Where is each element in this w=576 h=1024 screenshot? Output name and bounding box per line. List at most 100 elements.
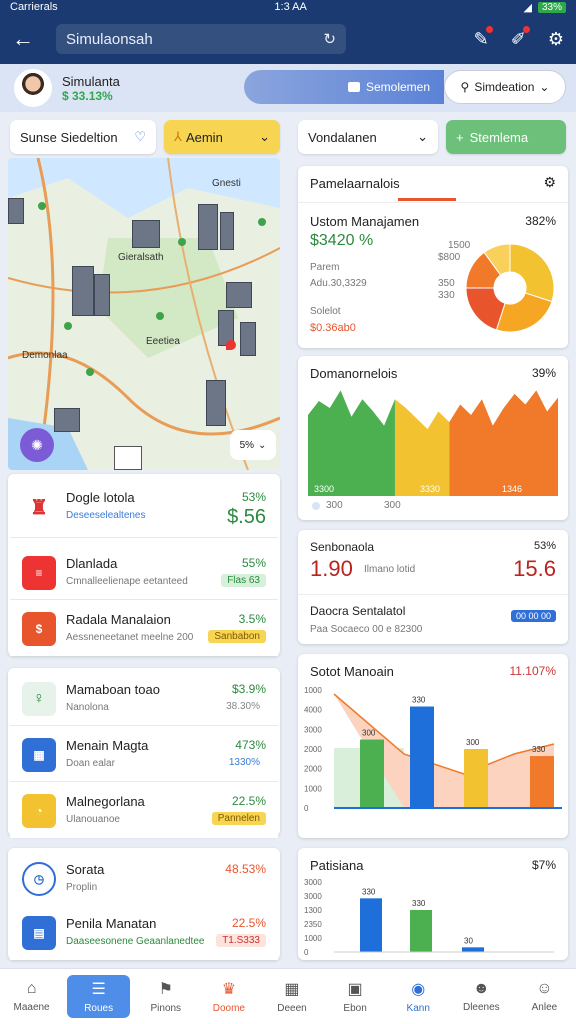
item-pct: 55%	[241, 556, 266, 570]
settings-icon[interactable]: ⚙	[543, 174, 556, 191]
tab-indicator	[398, 198, 456, 201]
list-header-row[interactable]: ♜ Dogle lotola Deseeselealtenes 53% $.56	[10, 478, 278, 538]
left-select[interactable]: Sunse Siedeltion ♡	[10, 120, 156, 154]
header-pct: 53%	[241, 490, 266, 504]
bar	[464, 749, 488, 808]
area-chart[interactable]	[308, 386, 558, 496]
settings-icon[interactable]: ⚙	[548, 29, 564, 50]
item-pct: 48.53%	[225, 862, 266, 876]
bar-chart[interactable]: 1000 4000 3000 2000 2000 1000 0 300 330 300 330	[304, 684, 562, 832]
city-map[interactable]: Gnesti Gieralsath Eeetiea Demonlaa ✺ 5% …	[8, 158, 280, 470]
map-label: Gnesti	[212, 178, 241, 189]
y-tick-label: 3000	[304, 725, 322, 734]
item-subtitle: Proplin	[66, 882, 98, 893]
clock: 1:3 AA	[274, 1, 307, 13]
item-subtitle: Aessneneetanet meelne 200	[66, 632, 194, 643]
item-title: Dlanlada	[66, 556, 118, 571]
item-tag: Pannelen	[211, 812, 266, 825]
back-arrow-icon[interactable]: ←	[12, 26, 48, 52]
nav-item-home[interactable]: ⌂ Maaene	[0, 969, 63, 1024]
tree-icon	[258, 218, 266, 226]
left-chip[interactable]: ⅄ Aemin ⌄	[164, 120, 280, 154]
battery-indicator: 33%	[537, 1, 566, 13]
y-tick-label: 3000	[304, 878, 322, 887]
y-tick-label: 2000	[304, 765, 322, 774]
pin-icon: ⚑	[158, 981, 173, 998]
avatar[interactable]	[14, 69, 52, 107]
status-icons: ◢ 33%	[524, 1, 566, 14]
item-tag: T1.S333	[216, 934, 266, 947]
pie-label-a: Parem	[310, 262, 340, 273]
right-select[interactable]: Vondalanen ⌄	[298, 120, 438, 154]
nav-label: Roues	[84, 1003, 114, 1014]
nav-item-people[interactable]: ☻ Dleenes	[450, 969, 513, 1024]
bar2-panel-pct: $7%	[531, 858, 556, 872]
nav-item-profile[interactable]: ☺ Anlee	[513, 969, 576, 1024]
grid-icon: ▦	[22, 738, 56, 772]
nav-item-pins[interactable]: ⚑ Pinons	[134, 969, 197, 1024]
item-title: Radala Manalaion	[66, 612, 171, 627]
pie-legend: 350	[438, 278, 455, 289]
list-item[interactable]: ◔ Malnegorlana Ulanouanoe 22.5% Pannelen	[10, 782, 278, 838]
map-pin-icon[interactable]	[226, 340, 236, 350]
nav-item-grid[interactable]: ▦ Deeen	[260, 969, 323, 1024]
stats-pct: 53%	[533, 540, 556, 552]
search-input[interactable]: Simulaonsah ↻	[56, 24, 346, 54]
bar-chart-2[interactable]: 3000 3000 1300 2350 1000 0 330 330 30	[304, 878, 562, 958]
nav-label: Anlee	[531, 1002, 558, 1013]
item-subtitle: Daaseesonene Geaanlanedtee	[66, 936, 205, 947]
segment-label: Semolemen	[365, 80, 430, 94]
area-tick: 3330	[420, 484, 441, 494]
refresh-icon[interactable]: ↻	[323, 30, 336, 48]
item-tag: 1330%	[228, 757, 260, 768]
bar-panel-title: Sotot Manoain	[310, 664, 394, 679]
area-panel: Domanornelois 39% 3300 3330 1346 300 300	[298, 356, 568, 520]
chart-icon: $	[22, 612, 56, 646]
area-panel-pct: 39%	[531, 366, 556, 380]
dropdown-label: Simdeation	[474, 80, 535, 94]
list-item[interactable]: ≡ Dlanlada Cmnalleelienape eetanteed 55%…	[10, 544, 278, 600]
nav-label: Maaene	[13, 1002, 50, 1013]
simulation-dropdown[interactable]: ⚲ Simdeation ⌄	[444, 70, 566, 104]
notification-icon[interactable]: ✎	[474, 25, 493, 50]
chip-label: Aemin	[185, 129, 223, 145]
nav-item-dome[interactable]: ♛ Doome	[197, 969, 260, 1024]
list-item[interactable]: $ Radala Manalaion Aessneneetanet meelne…	[10, 600, 278, 656]
zoom-value: 5%	[239, 439, 255, 451]
area-legend: 300	[384, 500, 401, 511]
location-icon: ◉	[411, 981, 426, 998]
list-item[interactable]: ◷ Sorata Proplin 48.53%	[10, 850, 278, 906]
pie-legend: 330	[438, 290, 455, 301]
gauge-icon: ◔	[22, 794, 56, 828]
home-icon: ⌂	[26, 980, 37, 997]
wifi-icon: ◢	[523, 1, 532, 14]
pie-chart[interactable]	[462, 240, 558, 336]
box-icon: ▣	[347, 981, 363, 998]
area-panel-title: Domanornelois	[310, 366, 398, 381]
grid-icon: ▦	[284, 981, 300, 998]
stats-title: Senbonaola	[310, 540, 375, 554]
map-layer-button[interactable]: ✺	[20, 428, 54, 462]
bar-label: 300	[466, 738, 480, 747]
right-action-button[interactable]: + Stemlema	[446, 120, 566, 154]
building	[132, 220, 160, 248]
nav-item-routes[interactable]: ☰ Roues	[67, 975, 131, 1018]
header-subtitle: Deseeselealtenes	[66, 510, 146, 521]
profile-bar: Simulanta $ 33.13% Semolemen ⚲ Simdeatio…	[0, 64, 576, 112]
edit-icon[interactable]: ✐	[511, 25, 530, 50]
list-item[interactable]: ▦ Menain Magta Doan ealar 473% 1330%	[10, 726, 278, 782]
nav-item-ebon[interactable]: ▣ Ebon	[324, 969, 387, 1024]
list-item[interactable]: ♀ Mamaboan toao Nanolona $3.9% 38.30%	[10, 670, 278, 726]
zoom-control[interactable]: 5% ⌄	[230, 430, 276, 460]
tree-icon	[178, 238, 186, 246]
item-pct: 473%	[235, 738, 266, 752]
segment-tab[interactable]: Semolemen	[244, 70, 444, 104]
list-item[interactable]: ▤ Penila Manatan Daaseesonene Geaanlaned…	[10, 904, 278, 960]
nav-item-kann[interactable]: ◉ Kann	[387, 969, 450, 1024]
pie-slice	[509, 243, 555, 303]
building	[226, 282, 252, 308]
area-series	[394, 399, 450, 496]
map-label: Demonlaa	[22, 350, 68, 361]
landmark-icon	[114, 446, 142, 470]
bar-label: 330	[532, 745, 546, 754]
